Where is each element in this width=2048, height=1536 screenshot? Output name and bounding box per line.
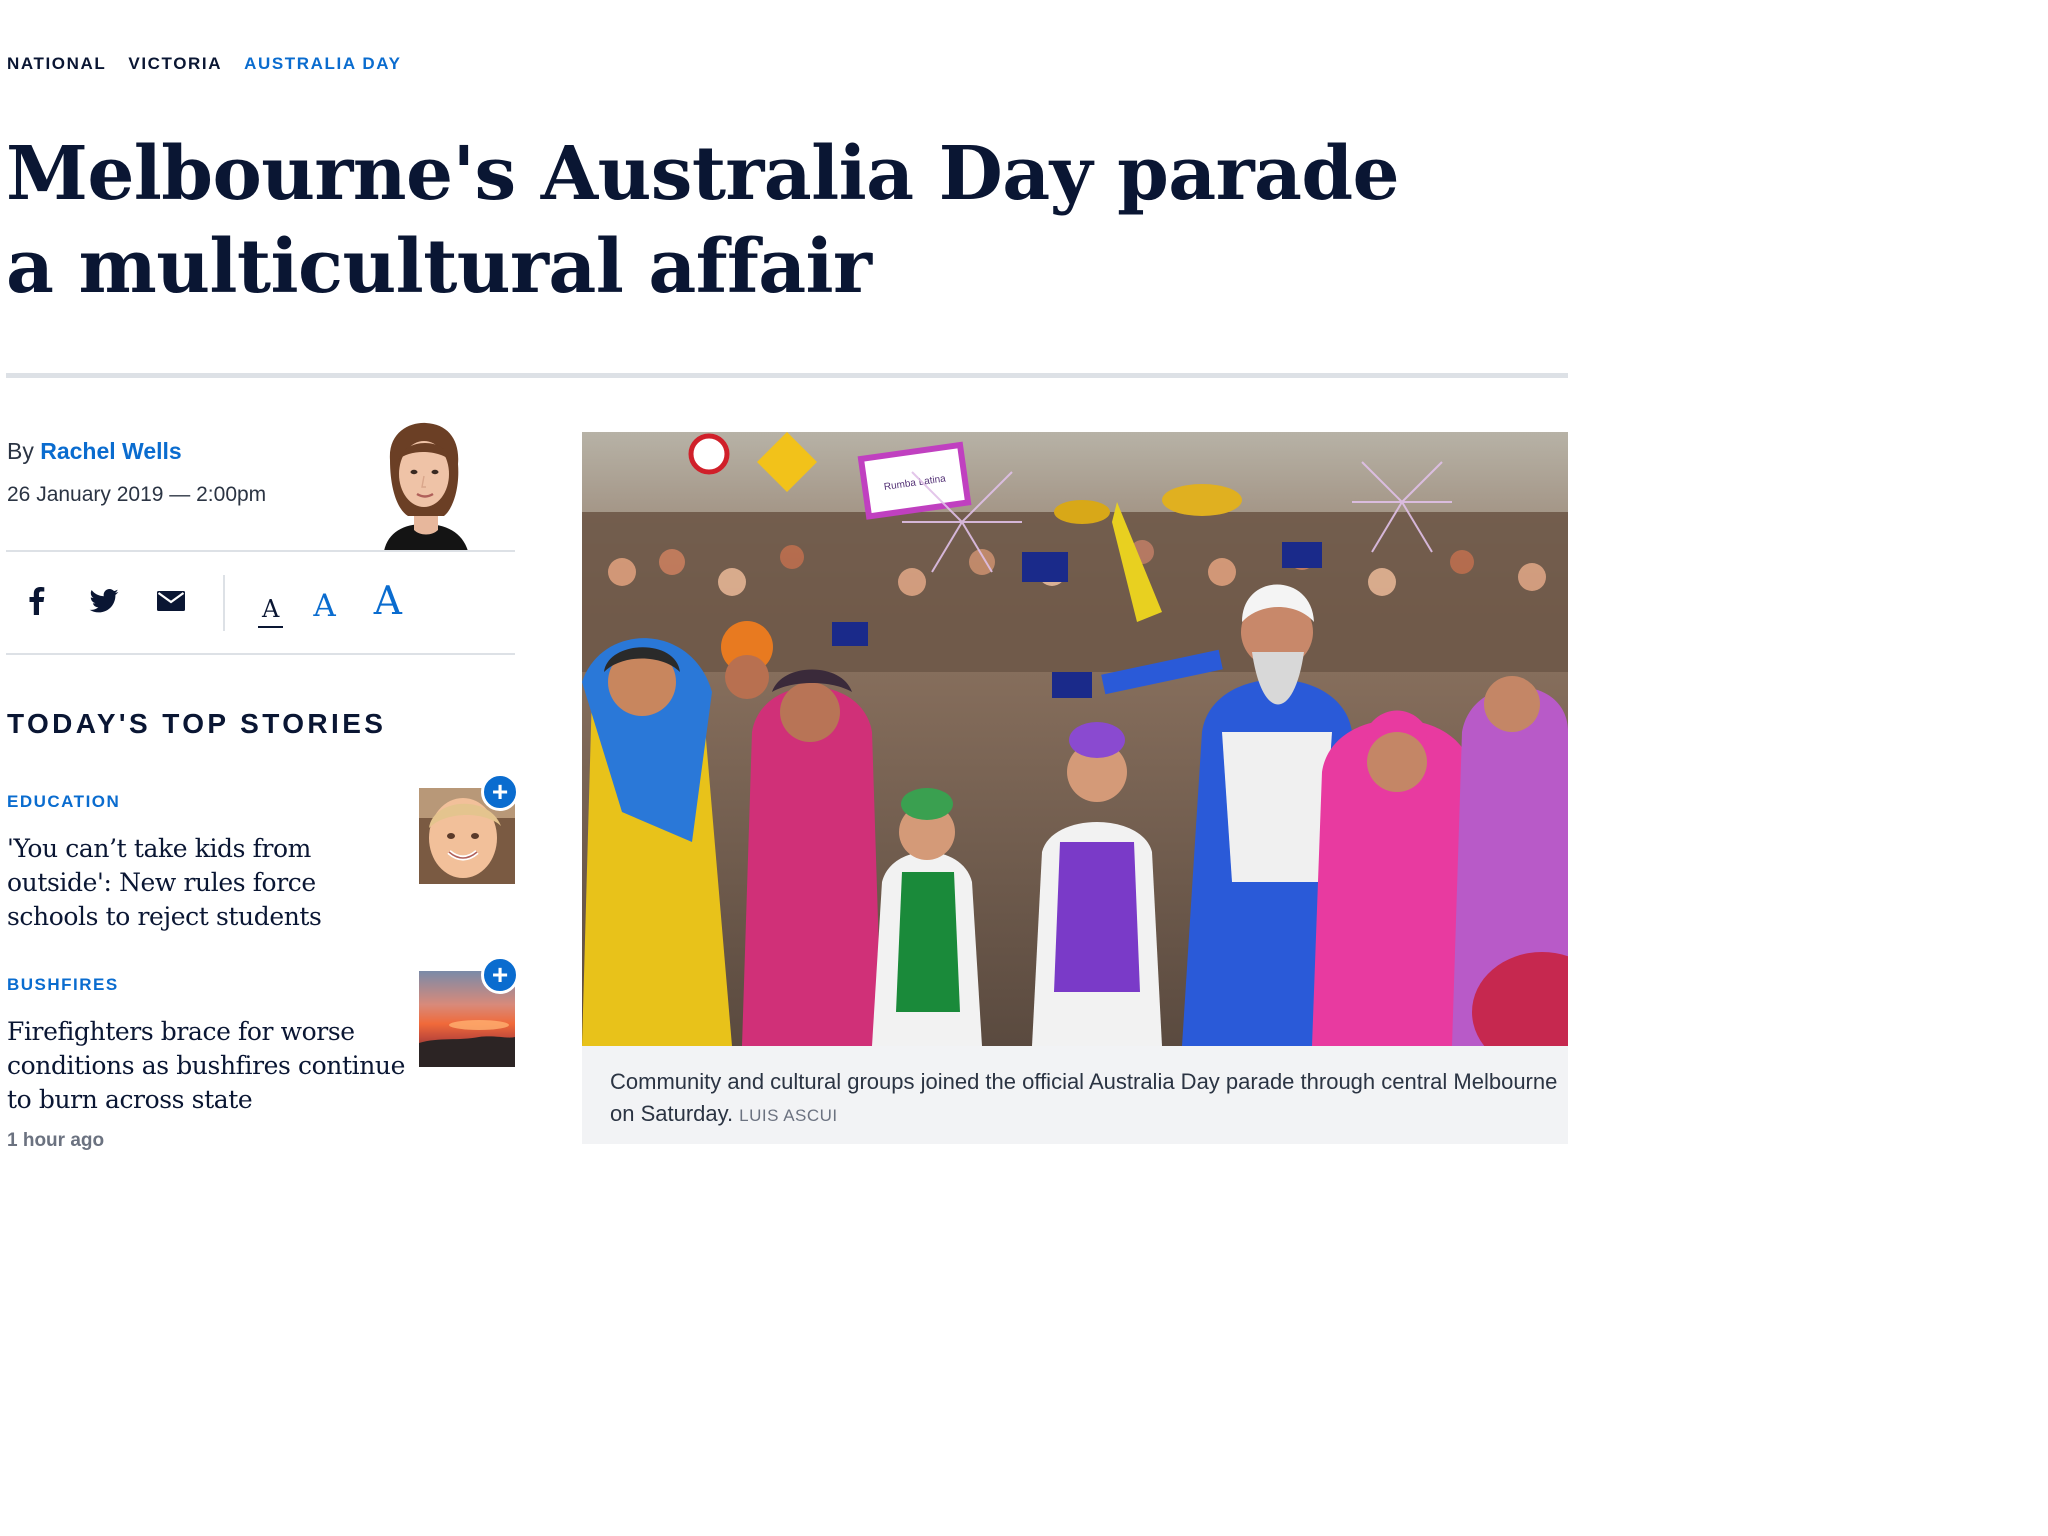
font-size-medium-button[interactable]: A	[313, 588, 335, 628]
author-avatar[interactable]	[362, 420, 488, 551]
font-size-controls: A A A	[258, 578, 402, 628]
divider	[6, 653, 515, 655]
breadcrumb-australia-day[interactable]: AUSTRALIA DAY	[244, 54, 401, 74]
email-icon[interactable]	[154, 584, 188, 618]
byline: By Rachel Wells	[7, 438, 182, 465]
image-caption-box: Community and cultural groups joined the…	[582, 1046, 1568, 1144]
breadcrumb: NATIONAL VICTORIA AUSTRALIA DAY	[7, 54, 402, 74]
publish-date: 26 January 2019 — 2:00pm	[7, 483, 267, 506]
divider	[6, 373, 1568, 378]
story-title[interactable]: 'You can’t take kids from outside': New …	[7, 832, 402, 934]
hero-image[interactable]: Rumba Latina	[582, 432, 1568, 1046]
add-icon[interactable]: +	[481, 956, 519, 994]
divider	[223, 575, 225, 631]
list-item[interactable]: EDUCATION 'You can’t take kids from outs…	[7, 773, 519, 931]
add-icon[interactable]: +	[481, 773, 519, 811]
author-link[interactable]: Rachel Wells	[40, 438, 181, 464]
byline-prefix: By	[7, 438, 34, 464]
twitter-icon[interactable]	[87, 584, 121, 618]
font-size-large-button[interactable]: A	[374, 579, 402, 628]
divider	[6, 550, 515, 552]
font-size-small-button[interactable]: A	[258, 595, 284, 628]
breadcrumb-national[interactable]: NATIONAL	[7, 54, 106, 74]
story-timestamp: 1 hour ago	[7, 1130, 105, 1151]
top-stories-heading: TODAY'S TOP STORIES	[7, 708, 387, 739]
story-title[interactable]: Firefighters brace for worse conditions …	[7, 1015, 407, 1117]
image-caption: Community and cultural groups joined the…	[610, 1066, 1560, 1132]
photo-credit: LUIS ASCUI	[739, 1106, 838, 1125]
share-bar	[20, 584, 221, 618]
list-item[interactable]: BUSHFIRES Firefighters brace for worse c…	[7, 956, 519, 1114]
breadcrumb-victoria[interactable]: VICTORIA	[128, 54, 222, 74]
page-title: Melbourne's Australia Day parade a multi…	[6, 131, 1400, 310]
facebook-icon[interactable]	[20, 584, 54, 618]
